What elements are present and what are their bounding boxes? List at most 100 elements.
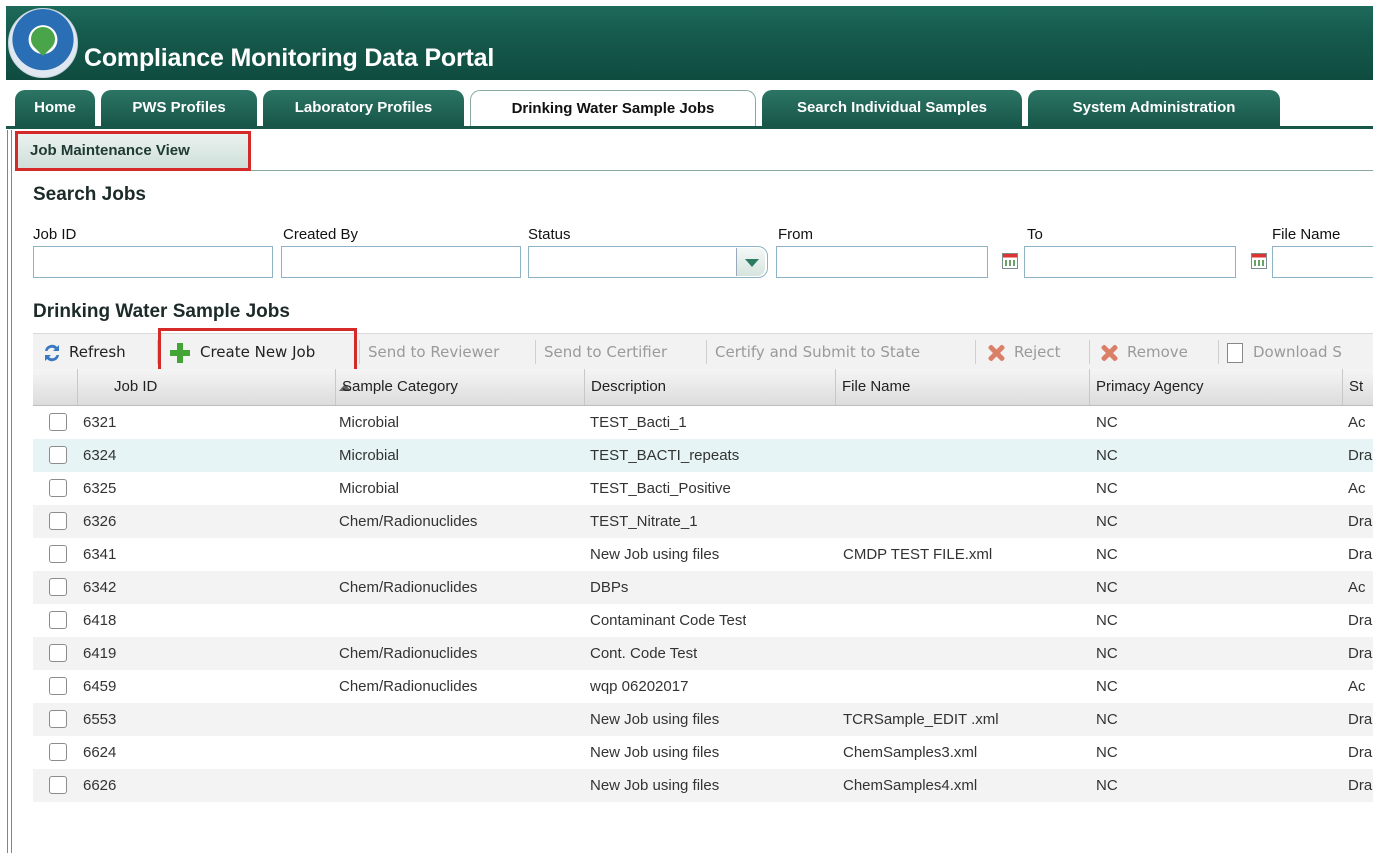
col-description[interactable]: Description [584, 369, 835, 405]
table-row[interactable]: 6341 New Job using files CMDP TEST FILE.xm… [33, 538, 1373, 571]
cell-primacy-agency: NC [1096, 612, 1118, 629]
refresh-button[interactable]: Refresh [41, 334, 126, 370]
table-row[interactable]: 6325 Microbial TEST_Bacti_Positive NC Ac [33, 472, 1373, 505]
left-border-inner [11, 130, 12, 853]
table-row[interactable]: 6326 Chem/Radionuclides TEST_Nitrate_1 NC Dr… [33, 505, 1373, 538]
cell-file-name: TCRSample_EDIT .xml [843, 711, 999, 728]
cell-primacy-agency: NC [1096, 480, 1118, 497]
cell-primacy-agency: NC [1096, 744, 1118, 761]
table-row[interactable]: 6626 New Job using files ChemSamples4.xml N… [33, 769, 1373, 802]
cell-primacy-agency: NC [1096, 777, 1118, 794]
chevron-down-icon[interactable] [736, 248, 765, 276]
created-by-label: Created By [283, 226, 359, 243]
toolbar-separator [1218, 340, 1219, 364]
table-row[interactable]: 6459 Chem/Radionuclides wqp 06202017 NC Ac [33, 670, 1373, 703]
search-jobs-title: Search Jobs [33, 184, 146, 205]
remove-label: Remove [1127, 343, 1188, 361]
col-sample-category[interactable]: Sample Category [335, 369, 584, 405]
cell-description: New Job using files [590, 777, 720, 794]
toolbar-separator [975, 340, 976, 364]
remove-button[interactable]: Remove [1099, 334, 1188, 370]
file-name-input[interactable] [1272, 246, 1373, 278]
cell-job-id: 6626 [83, 777, 117, 794]
cell-sample-category: Chem/Radionuclides [339, 579, 478, 596]
toolbar-separator [1089, 340, 1090, 364]
jobs-title: Drinking Water Sample Jobs [33, 301, 290, 322]
tab-underline [6, 126, 1373, 129]
cell-sample-category: Microbial [339, 414, 400, 431]
remove-icon [1099, 343, 1119, 363]
cell-file-name: ChemSamples4.xml [843, 777, 978, 794]
row-checkbox[interactable] [49, 446, 67, 464]
send-to-certifier-button[interactable]: Send to Certifier [544, 334, 667, 370]
cell-description: New Job using files [590, 711, 720, 728]
row-checkbox[interactable] [49, 677, 67, 695]
cell-primacy-agency: NC [1096, 645, 1118, 662]
subtab-job-maintenance-view[interactable]: Job Maintenance View [15, 131, 251, 171]
download-label: Download S [1253, 343, 1342, 361]
row-checkbox[interactable] [49, 545, 67, 563]
cell-primacy-agency: NC [1096, 447, 1118, 464]
row-checkbox[interactable] [49, 743, 67, 761]
row-checkbox[interactable] [49, 479, 67, 497]
row-checkbox[interactable] [49, 578, 67, 596]
cell-job-id: 6553 [83, 711, 117, 728]
to-calendar-icon[interactable] [1251, 253, 1267, 269]
tab-system-administration[interactable]: System Administration [1028, 90, 1280, 126]
col-primacy-agency[interactable]: Primacy Agency [1089, 369, 1342, 405]
tab-drinking-water-sample-jobs[interactable]: Drinking Water Sample Jobs [470, 90, 756, 128]
cell-description: TEST_BACTI_repeats [590, 447, 740, 464]
send-to-reviewer-button[interactable]: Send to Reviewer [368, 334, 499, 370]
col-status[interactable]: St [1342, 369, 1373, 405]
table-row[interactable]: 6342 Chem/Radionuclides DBPs NC Ac [33, 571, 1373, 604]
cell-primacy-agency: NC [1096, 678, 1118, 695]
table-row[interactable]: 6553 New Job using files TCRSample_EDIT .x… [33, 703, 1373, 736]
cell-job-id: 6342 [83, 579, 117, 596]
col-job-id[interactable]: Job ID [77, 369, 335, 405]
cell-status: Dra [1348, 645, 1373, 662]
left-border [7, 130, 8, 853]
cell-status: Dra [1348, 513, 1373, 530]
reject-button[interactable]: Reject [986, 334, 1061, 370]
cell-file-name: ChemSamples3.xml [843, 744, 978, 761]
cell-file-name: CMDP TEST FILE.xml [843, 546, 993, 563]
table-row[interactable]: 6624 New Job using files ChemSamples3.xml N… [33, 736, 1373, 769]
table-row[interactable]: 6418 Contaminant Code Test NC Dra [33, 604, 1373, 637]
job-id-input[interactable] [33, 246, 273, 278]
cell-primacy-agency: NC [1096, 546, 1118, 563]
tab-pws-profiles[interactable]: PWS Profiles [101, 90, 257, 126]
cell-status: Dra [1348, 744, 1373, 761]
row-checkbox[interactable] [49, 644, 67, 662]
row-checkbox[interactable] [49, 710, 67, 728]
row-checkbox[interactable] [49, 413, 67, 431]
tab-home[interactable]: Home [15, 90, 95, 126]
created-by-input[interactable] [281, 246, 521, 278]
cell-job-id: 6321 [83, 414, 117, 431]
to-date-input[interactable] [1024, 246, 1236, 278]
app-title: Compliance Monitoring Data Portal [84, 44, 495, 72]
table-row[interactable]: 6321 Microbial TEST_Bacti_1 NC Ac [33, 406, 1373, 439]
cell-status: Ac [1348, 480, 1366, 497]
status-select[interactable] [528, 246, 768, 278]
reject-label: Reject [1014, 343, 1061, 361]
from-calendar-icon[interactable] [1002, 253, 1018, 269]
cell-job-id: 6341 [83, 546, 117, 563]
row-checkbox[interactable] [49, 512, 67, 530]
cell-sample-category: Chem/Radionuclides [339, 645, 478, 662]
from-date-input[interactable] [776, 246, 988, 278]
row-checkbox[interactable] [49, 611, 67, 629]
cell-description: DBPs [590, 579, 629, 596]
refresh-label: Refresh [69, 343, 126, 361]
table-row[interactable]: 6324 Microbial TEST_BACTI_repeats NC Dra [33, 439, 1373, 472]
tab-search-individual-samples[interactable]: Search Individual Samples [762, 90, 1022, 126]
cell-status: Dra [1348, 546, 1373, 563]
tab-laboratory-profiles[interactable]: Laboratory Profiles [263, 90, 464, 126]
download-button[interactable]: Download S [1227, 334, 1342, 370]
from-label: From [778, 226, 813, 243]
row-checkbox[interactable] [49, 776, 67, 794]
col-file-name[interactable]: File Name [835, 369, 1089, 405]
refresh-icon [45, 344, 59, 361]
certify-submit-button[interactable]: Certify and Submit to State [715, 334, 920, 370]
cell-status: Dra [1348, 777, 1373, 794]
table-row[interactable]: 6419 Chem/Radionuclides Cont. Code Test NC D… [33, 637, 1373, 670]
